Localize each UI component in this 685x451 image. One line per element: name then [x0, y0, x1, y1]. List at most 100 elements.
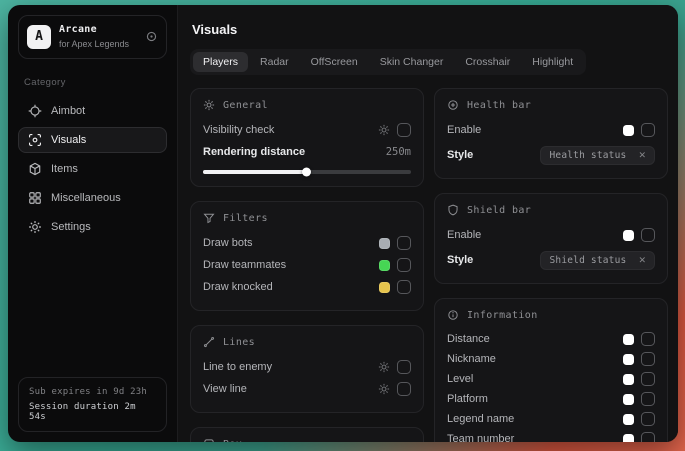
tab-players[interactable]: Players: [193, 52, 248, 72]
info-nickname-checkbox[interactable]: [641, 352, 655, 366]
general-card: General Visibility check Rendering dista…: [190, 88, 424, 187]
info-platform-checkbox[interactable]: [641, 392, 655, 406]
tab-highlight[interactable]: Highlight: [522, 52, 583, 72]
view-line-checkbox[interactable]: [397, 382, 411, 396]
color-swatch[interactable]: [623, 394, 634, 405]
sidebar-nav: Aimbot Visuals Items Miscellaneous Setti…: [18, 98, 167, 243]
visibility-check-checkbox[interactable]: [397, 123, 411, 137]
target-icon[interactable]: [145, 30, 158, 43]
line-to-enemy-checkbox[interactable]: [397, 360, 411, 374]
information-card: Information Distance Nickname Level: [434, 298, 668, 442]
rendering-distance-slider[interactable]: [203, 170, 411, 174]
row-label: Visibility check: [203, 124, 274, 136]
app-subtitle: for Apex Legends: [59, 39, 129, 50]
session-duration-text: Session duration 2m 54s: [29, 402, 156, 422]
card-title: General: [223, 100, 268, 111]
draw-bots-checkbox[interactable]: [397, 236, 411, 250]
app-name: Arcane: [59, 24, 129, 37]
sidebar-item-aimbot[interactable]: Aimbot: [18, 98, 167, 124]
color-swatch[interactable]: [623, 414, 634, 425]
row-label: Distance: [447, 333, 490, 345]
color-swatch[interactable]: [623, 334, 634, 345]
sidebar-item-label: Items: [51, 163, 78, 175]
slider-thumb[interactable]: [302, 168, 311, 177]
draw-teammates-row: Draw teammates: [203, 254, 411, 276]
row-label: Draw bots: [203, 237, 253, 249]
row-label: Platform: [447, 393, 488, 405]
page-title: Visuals: [192, 22, 668, 37]
view-line-row: View line: [203, 378, 411, 400]
funnel-icon: [203, 212, 215, 224]
health-bar-card: Health bar Enable Style Health status: [434, 88, 668, 179]
color-swatch[interactable]: [623, 125, 634, 136]
card-title: Box: [223, 439, 242, 443]
card-title: Filters: [223, 213, 268, 224]
shield-style-select[interactable]: Shield status ✕: [540, 251, 655, 270]
gear-icon[interactable]: [378, 361, 390, 373]
tab-crosshair[interactable]: Crosshair: [455, 52, 520, 72]
health-enable-row: Enable: [447, 119, 655, 141]
sidebar-item-miscellaneous[interactable]: Miscellaneous: [18, 185, 167, 211]
close-icon[interactable]: ✕: [638, 256, 646, 265]
sidebar-item-items[interactable]: Items: [18, 156, 167, 182]
subscription-status-card: Sub expires in 9d 23h Session duration 2…: [18, 377, 167, 432]
color-swatch[interactable]: [623, 434, 634, 443]
row-label: Enable: [447, 124, 481, 136]
category-label: Category: [24, 77, 161, 88]
info-team-number-checkbox[interactable]: [641, 432, 655, 442]
sidebar: A Arcane for Apex Legends Category Aimbo…: [8, 5, 178, 442]
draw-bots-row: Draw bots: [203, 232, 411, 254]
info-nickname-row: Nickname: [447, 349, 655, 369]
row-label: Team number: [447, 433, 514, 442]
info-distance-row: Distance: [447, 329, 655, 349]
info-distance-checkbox[interactable]: [641, 332, 655, 346]
row-label: Line to enemy: [203, 361, 272, 373]
health-style-select[interactable]: Health status ✕: [540, 146, 655, 165]
row-label: Draw knocked: [203, 281, 273, 293]
gear-icon[interactable]: [378, 124, 390, 136]
color-swatch[interactable]: [623, 374, 634, 385]
color-swatch[interactable]: [623, 354, 634, 365]
close-icon[interactable]: ✕: [638, 151, 646, 160]
info-legend-name-checkbox[interactable]: [641, 412, 655, 426]
health-enable-checkbox[interactable]: [641, 123, 655, 137]
row-label: Enable: [447, 229, 481, 241]
sidebar-item-label: Visuals: [51, 134, 86, 146]
row-label: Style: [447, 254, 473, 266]
color-swatch[interactable]: [379, 238, 390, 249]
color-swatch[interactable]: [623, 230, 634, 241]
draw-knocked-checkbox[interactable]: [397, 280, 411, 294]
color-swatch[interactable]: [379, 260, 390, 271]
main-panel: Visuals Players Radar OffScreen Skin Cha…: [178, 5, 678, 442]
draw-teammates-checkbox[interactable]: [397, 258, 411, 272]
gear-icon[interactable]: [378, 383, 390, 395]
sidebar-item-settings[interactable]: Settings: [18, 214, 167, 240]
card-title: Lines: [223, 337, 255, 348]
row-label: Draw teammates: [203, 259, 286, 271]
info-level-checkbox[interactable]: [641, 372, 655, 386]
row-label: Level: [447, 373, 473, 385]
app-window: A Arcane for Apex Legends Category Aimbo…: [8, 5, 678, 442]
shield-enable-checkbox[interactable]: [641, 228, 655, 242]
line-to-enemy-row: Line to enemy: [203, 356, 411, 378]
row-label: Nickname: [447, 353, 496, 365]
card-title: Health bar: [467, 100, 531, 111]
app-logo-card: A Arcane for Apex Legends: [18, 15, 167, 59]
box-icon: [203, 438, 215, 442]
color-swatch[interactable]: [379, 282, 390, 293]
cube-icon: [28, 162, 42, 176]
tab-skin-changer[interactable]: Skin Changer: [370, 52, 454, 72]
tab-offscreen[interactable]: OffScreen: [301, 52, 368, 72]
gear-icon: [28, 220, 42, 234]
shield-icon: [447, 204, 459, 216]
rendering-distance-value: 250m: [386, 146, 411, 158]
info-legend-name-row: Legend name: [447, 409, 655, 429]
visuals-tabbar: Players Radar OffScreen Skin Changer Cro…: [190, 49, 586, 75]
draw-knocked-row: Draw knocked: [203, 276, 411, 298]
sub-expiry-text: Sub expires in 9d 23h: [29, 387, 156, 397]
lines-card: Lines Line to enemy View line: [190, 325, 424, 413]
shield-enable-row: Enable: [447, 224, 655, 246]
sidebar-item-visuals[interactable]: Visuals: [18, 127, 167, 153]
tab-radar[interactable]: Radar: [250, 52, 299, 72]
app-logo: A: [27, 25, 51, 49]
